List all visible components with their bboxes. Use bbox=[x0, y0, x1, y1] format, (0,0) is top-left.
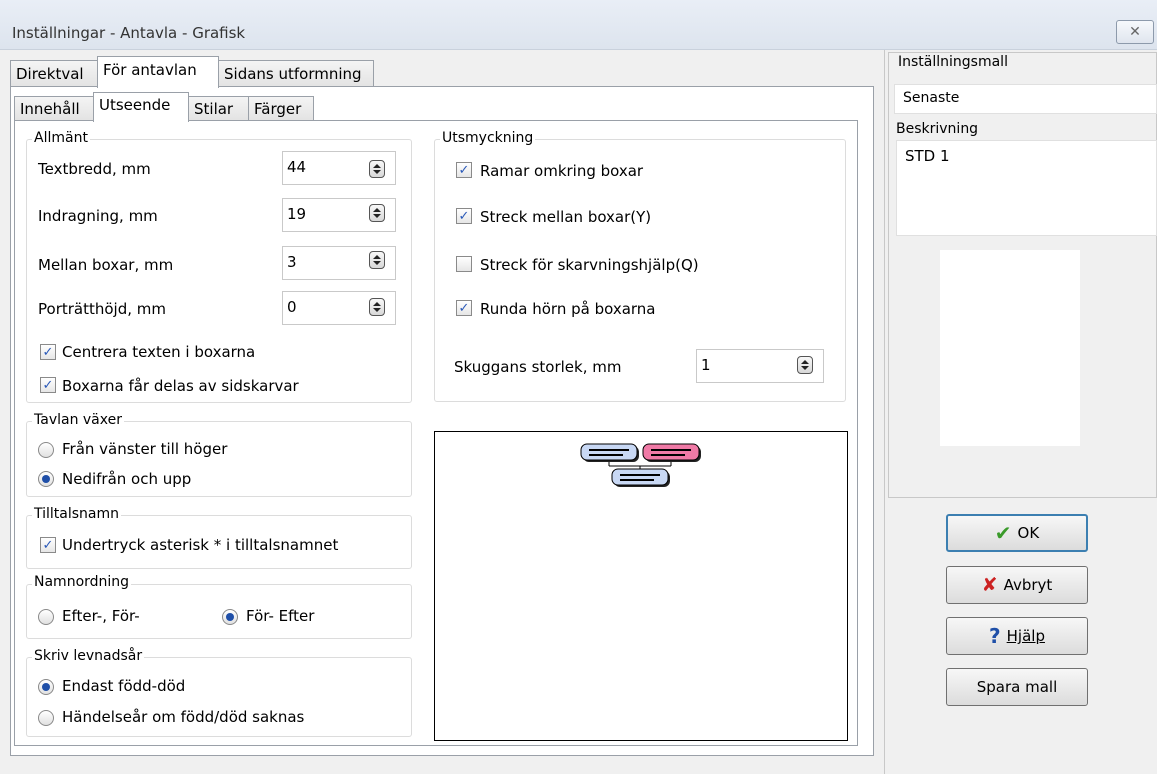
nedifran-upp-label: Nedifrån och upp bbox=[62, 470, 192, 488]
hjalp-button[interactable]: ? Hjälp bbox=[946, 617, 1088, 655]
skugga-label: Skuggans storlek, mm bbox=[454, 358, 622, 376]
skarvning-checkbox[interactable] bbox=[456, 256, 472, 272]
group-tilltalsnamn-label: Tilltalsnamn bbox=[32, 506, 122, 522]
streck-checkbox[interactable]: ✓ bbox=[456, 208, 472, 224]
mall-select[interactable]: Senaste bbox=[894, 84, 1157, 114]
preview-box-father bbox=[580, 443, 638, 461]
group-tavlan-label: Tavlan växer bbox=[32, 412, 124, 428]
runda-checkbox[interactable]: ✓ bbox=[456, 300, 472, 316]
radio-for-efter[interactable] bbox=[222, 609, 238, 625]
centrera-checkbox[interactable]: ✓ bbox=[40, 344, 56, 360]
delas-label: Boxarna får delas av sidskarvar bbox=[62, 377, 299, 395]
cross-icon: ✘ bbox=[981, 574, 998, 596]
avbryt-button[interactable]: ✘ Avbryt bbox=[946, 566, 1088, 604]
ramar-label: Ramar omkring boxar bbox=[480, 162, 644, 180]
mellan-boxar-label: Mellan boxar, mm bbox=[38, 256, 174, 274]
beskrivning-field[interactable]: STD 1 bbox=[896, 140, 1157, 236]
for-efter-label: För- Efter bbox=[246, 607, 315, 625]
tab-utseende[interactable]: Utseende bbox=[93, 92, 189, 122]
question-icon: ? bbox=[989, 624, 1001, 648]
close-icon: ✕ bbox=[1129, 24, 1141, 40]
radio-endast-fodd-dod[interactable] bbox=[38, 679, 54, 695]
handelsear-label: Händelseår om född/död saknas bbox=[62, 708, 305, 726]
template-preview bbox=[940, 250, 1080, 446]
indragning-spinner[interactable] bbox=[369, 204, 385, 222]
mall-label: Inställningsmall bbox=[898, 54, 1008, 70]
spara-mall-button[interactable]: Spara mall bbox=[946, 668, 1088, 706]
checkmark-icon: ✔ bbox=[994, 521, 1012, 545]
tab-stilar[interactable]: Stilar bbox=[188, 96, 249, 122]
group-utsmyckning-label: Utsmyckning bbox=[440, 130, 536, 146]
tab-innehall[interactable]: Innehåll bbox=[14, 96, 94, 122]
endast-fodd-dod-label: Endast född-död bbox=[62, 677, 186, 695]
beskrivning-label: Beskrivning bbox=[896, 121, 979, 137]
vanster-hoger-label: Från vänster till höger bbox=[62, 440, 228, 458]
radio-efter-for[interactable] bbox=[38, 609, 54, 625]
preview-box-mother bbox=[642, 443, 700, 461]
group-namnordning-label: Namnordning bbox=[32, 574, 132, 590]
mellan-boxar-spinner[interactable] bbox=[369, 251, 385, 269]
radio-handelsear[interactable] bbox=[38, 710, 54, 726]
tab-direktval[interactable]: Direktval bbox=[10, 60, 98, 88]
tab-sidans-utformning[interactable]: Sidans utformning bbox=[218, 60, 374, 88]
preview-area bbox=[434, 431, 848, 741]
radio-nedifran-upp[interactable] bbox=[38, 471, 54, 487]
efter-for-label: Efter-, För- bbox=[62, 607, 140, 625]
textbredd-spinner[interactable] bbox=[369, 160, 385, 178]
close-button[interactable]: ✕ bbox=[1116, 20, 1154, 44]
undertryck-checkbox[interactable]: ✓ bbox=[40, 537, 56, 553]
portratthojd-label: Porträtthöjd, mm bbox=[38, 300, 166, 318]
window-title: Inställningar - Antavla - Grafisk bbox=[12, 24, 246, 42]
indragning-label: Indragning, mm bbox=[38, 207, 158, 225]
tab-farger[interactable]: Färger bbox=[248, 96, 314, 122]
skugga-spinner[interactable] bbox=[797, 356, 813, 374]
streck-label: Streck mellan boxar(Y) bbox=[480, 208, 652, 226]
radio-vanster-hoger[interactable] bbox=[38, 442, 54, 458]
preview-diagram bbox=[580, 443, 701, 487]
group-levnadsar-label: Skriv levnadsår bbox=[32, 648, 145, 664]
runda-label: Runda hörn på boxarna bbox=[480, 300, 656, 318]
delas-checkbox[interactable]: ✓ bbox=[40, 377, 56, 393]
centrera-label: Centrera texten i boxarna bbox=[62, 343, 256, 361]
tab-for-antavlan[interactable]: För antavlan bbox=[97, 56, 219, 88]
group-allmant-label: Allmänt bbox=[32, 130, 90, 146]
divider bbox=[884, 50, 885, 774]
portratthojd-spinner[interactable] bbox=[369, 298, 385, 316]
undertryck-label: Undertryck asterisk * i tilltalsnamnet bbox=[62, 536, 339, 554]
ok-button[interactable]: ✔ OK bbox=[946, 514, 1088, 552]
ramar-checkbox[interactable]: ✓ bbox=[456, 162, 472, 178]
preview-box-child bbox=[611, 468, 669, 486]
textbredd-label: Textbredd, mm bbox=[38, 160, 151, 178]
skarvning-label: Streck för skarvningshjälp(Q) bbox=[480, 256, 699, 274]
